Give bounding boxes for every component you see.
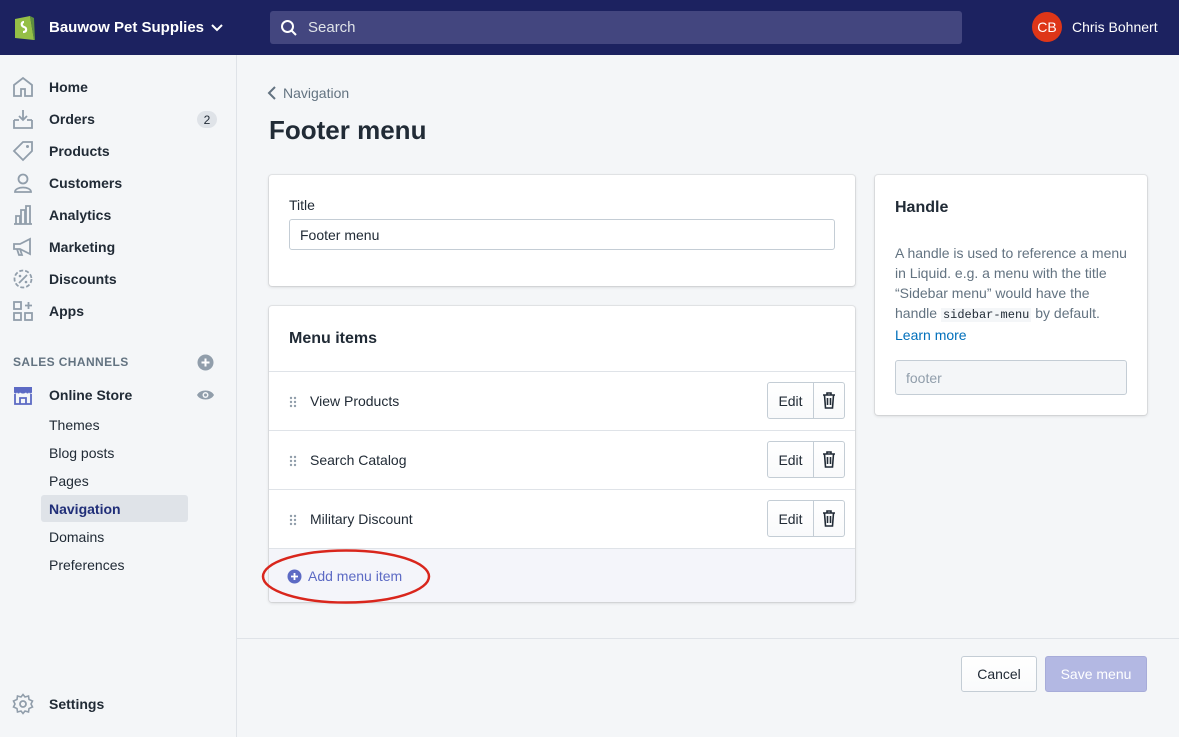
sidebar-item-label: Home (49, 79, 88, 95)
drag-handle-icon[interactable] (289, 396, 297, 408)
discount-icon (13, 269, 33, 289)
trash-icon (823, 451, 835, 468)
sidebar-item-label: Discounts (49, 271, 117, 287)
page-title: Footer menu (269, 115, 427, 145)
sidebar-item-products[interactable]: Products (12, 136, 222, 166)
shopify-logo-icon (15, 16, 35, 40)
trash-icon (823, 392, 835, 409)
handle-card: Handle A handle is used to reference a m… (875, 175, 1147, 415)
sidebar-item-analytics[interactable]: Analytics (12, 200, 222, 230)
orders-count-badge: 2 (197, 111, 217, 128)
gear-icon (12, 693, 34, 715)
sidebar-item-online-store[interactable]: Online Store (12, 380, 222, 410)
edit-button[interactable]: Edit (767, 441, 814, 478)
menu-item-actions: Edit (767, 382, 845, 419)
add-menu-item-row: Add menu item (261, 548, 855, 604)
add-sales-channel-icon[interactable] (197, 354, 214, 371)
person-icon (14, 173, 32, 193)
sidebar-subitem-domains[interactable]: Domains (41, 523, 188, 550)
store-icon (14, 387, 32, 405)
search-input[interactable] (308, 19, 908, 36)
sidebar-item-label: Orders (49, 111, 95, 127)
chevron-left-icon (267, 86, 276, 100)
sidebar-item-home[interactable]: Home (12, 72, 222, 102)
plus-circle-icon (287, 569, 302, 583)
menu-item-label: Military Discount (310, 511, 413, 527)
user-menu[interactable]: CB Chris Bohnert (1032, 12, 1158, 42)
menu-item-label: Search Catalog (310, 452, 407, 468)
sidebar-item-marketing[interactable]: Marketing (12, 232, 222, 262)
user-name: Chris Bohnert (1072, 19, 1158, 35)
search-icon (281, 19, 297, 36)
main-content: Navigation Footer menu Title Menu items … (237, 55, 1179, 737)
save-menu-button[interactable]: Save menu (1045, 656, 1147, 692)
sidebar-subitem-pages[interactable]: Pages (41, 467, 188, 494)
drag-handle-icon[interactable] (289, 455, 297, 467)
title-card: Title (269, 175, 855, 286)
sidebar-item-label: Settings (49, 696, 105, 712)
store-name: Bauwow Pet Supplies (49, 18, 205, 36)
sidebar-item-customers[interactable]: Customers (12, 168, 222, 198)
sidebar-item-label: Marketing (49, 239, 116, 255)
edit-button[interactable]: Edit (767, 382, 814, 419)
cancel-button[interactable]: Cancel (961, 656, 1037, 692)
store-switcher[interactable]: Bauwow Pet Supplies (12, 12, 224, 42)
orders-icon (13, 110, 33, 129)
sidebar-subitem-navigation[interactable]: Navigation (41, 495, 188, 522)
sales-channels-heading: SALES CHANNELS (13, 355, 129, 369)
sidebar-item-label: Analytics (49, 207, 112, 223)
sidebar-item-label: Apps (49, 303, 84, 319)
menu-item-row: View Products Edit (269, 371, 855, 430)
handle-code-sample: sidebar-menu (940, 308, 1032, 322)
menu-item-actions: Edit (767, 441, 845, 478)
edit-button[interactable]: Edit (767, 500, 814, 537)
eye-icon[interactable] (196, 388, 215, 402)
delete-button[interactable] (814, 382, 845, 419)
sidebar-subitem-preferences[interactable]: Preferences (41, 551, 188, 578)
megaphone-icon (13, 237, 31, 256)
sidebar-subitem-blog-posts[interactable]: Blog posts (41, 439, 188, 466)
menu-items-heading: Menu items (289, 330, 378, 347)
title-input[interactable] (289, 219, 835, 250)
sidebar-item-apps[interactable]: Apps (12, 296, 222, 326)
page-actions: Cancel Save menu (237, 638, 1179, 737)
handle-desc-suffix: by default. (1031, 305, 1100, 321)
search-bar[interactable] (270, 11, 962, 44)
title-field-label: Title (289, 197, 315, 213)
chevron-down-icon (211, 24, 223, 32)
menu-item-actions: Edit (767, 500, 845, 537)
sidebar-item-label: Products (49, 143, 110, 159)
handle-description: A handle is used to reference a menu in … (895, 243, 1131, 345)
breadcrumb-link[interactable]: Navigation (283, 85, 349, 101)
tag-icon (12, 141, 33, 162)
learn-more-link[interactable]: Learn more (895, 327, 967, 343)
delete-button[interactable] (814, 500, 845, 537)
drag-handle-icon[interactable] (289, 514, 297, 526)
menu-item-label: View Products (310, 393, 400, 409)
menu-items-card: Menu items View Products Edit Search Cat… (261, 306, 855, 604)
add-menu-item-button[interactable]: Add menu item (287, 568, 402, 584)
handle-input[interactable] (895, 360, 1127, 395)
top-bar: Bauwow Pet Supplies CB Chris Bohnert (0, 0, 1179, 55)
menu-item-row: Military Discount Edit (269, 489, 855, 548)
bar-chart-icon (14, 205, 32, 225)
sidebar-item-settings[interactable]: Settings (12, 689, 222, 719)
sidebar: Home Orders 2 Products Customers Analyti… (0, 55, 237, 737)
menu-item-row: Search Catalog Edit (269, 430, 855, 489)
sidebar-item-label: Customers (49, 175, 123, 191)
handle-heading: Handle (895, 199, 949, 216)
trash-icon (823, 510, 835, 527)
delete-button[interactable] (814, 441, 845, 478)
add-menu-item-label: Add menu item (308, 568, 403, 584)
avatar: CB (1032, 12, 1062, 42)
home-icon (13, 76, 33, 97)
sidebar-subitem-themes[interactable]: Themes (41, 411, 188, 438)
sidebar-item-discounts[interactable]: Discounts (12, 264, 222, 294)
sidebar-item-orders[interactable]: Orders 2 (12, 104, 222, 134)
breadcrumb[interactable]: Navigation (267, 85, 349, 101)
apps-icon (13, 301, 33, 321)
sidebar-item-label: Online Store (49, 387, 133, 403)
